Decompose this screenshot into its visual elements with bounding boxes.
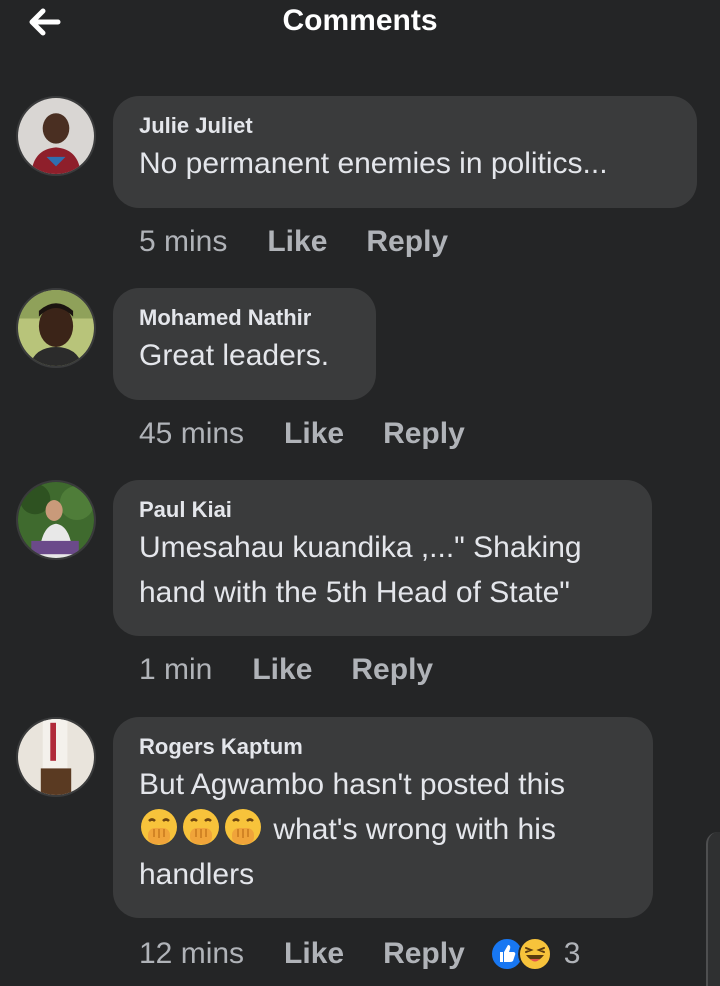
reaction-count: 3 bbox=[563, 937, 581, 970]
comment-bubble[interactable]: Paul Kiai Umesahau kuandika ,..." Shakin… bbox=[113, 480, 652, 636]
comment-bubble[interactable]: Julie Juliet No permanent enemies in pol… bbox=[113, 96, 697, 208]
page-title: Comments bbox=[282, 4, 438, 37]
header-bar: Comments bbox=[0, 0, 720, 60]
comment-author[interactable]: Mohamed Nathir bbox=[139, 303, 350, 333]
comment-actions: 5 mins Like Reply bbox=[139, 222, 487, 262]
comment-timestamp[interactable]: 12 mins bbox=[139, 934, 244, 974]
haha-reaction-icon bbox=[517, 937, 552, 971]
comment-author[interactable]: Paul Kiai bbox=[139, 495, 626, 525]
comment-text-line-with-emoji: what's wrong with his bbox=[139, 807, 627, 852]
avatar-image bbox=[18, 98, 94, 174]
reply-button[interactable]: Reply bbox=[383, 414, 465, 454]
avatar-image bbox=[18, 290, 94, 366]
reply-button[interactable]: Reply bbox=[351, 650, 433, 690]
reply-button[interactable]: Reply bbox=[383, 934, 465, 974]
comment-author[interactable]: Rogers Kaptum bbox=[139, 732, 627, 762]
avatar[interactable] bbox=[16, 96, 96, 176]
comment-text-line: hand with the 5th Head of State" bbox=[139, 576, 570, 609]
like-button[interactable]: Like bbox=[284, 414, 344, 454]
comment-text-line: But Agwambo hasn't posted this bbox=[139, 768, 565, 801]
comment-text-line: handlers bbox=[139, 858, 255, 891]
comment-text-line: Umesahau kuandika ,..." Shaking bbox=[139, 531, 582, 564]
comment-actions: 1 min Like Reply bbox=[139, 650, 472, 690]
reply-button[interactable]: Reply bbox=[366, 222, 448, 262]
reaction-summary[interactable]: 3 bbox=[489, 934, 581, 974]
comment-text: No permanent enemies in politics... bbox=[139, 147, 608, 180]
face-with-hand-over-mouth-emoji bbox=[183, 809, 219, 845]
avatar-image bbox=[18, 482, 94, 558]
comment-actions: 45 mins Like Reply bbox=[139, 414, 504, 454]
avatar[interactable] bbox=[16, 717, 96, 797]
comment-bubble[interactable]: Rogers Kaptum But Agwambo hasn't posted … bbox=[113, 717, 653, 918]
comment-timestamp[interactable]: 45 mins bbox=[139, 414, 244, 454]
face-with-hand-over-mouth-emoji bbox=[225, 809, 261, 845]
scrollbar-handle[interactable] bbox=[706, 832, 720, 986]
like-button[interactable]: Like bbox=[284, 934, 344, 974]
comment-actions: 12 mins Like Reply 3 bbox=[139, 934, 580, 974]
comment-timestamp[interactable]: 5 mins bbox=[139, 222, 227, 262]
comment-author[interactable]: Julie Juliet bbox=[139, 111, 671, 141]
avatar[interactable] bbox=[16, 288, 96, 368]
face-with-hand-over-mouth-emoji bbox=[141, 809, 177, 845]
comment-text: Great leaders. bbox=[139, 339, 330, 372]
like-button[interactable]: Like bbox=[252, 650, 312, 690]
comments-screen: Comments Julie Juliet No permanent enemi… bbox=[0, 0, 720, 986]
like-button[interactable]: Like bbox=[267, 222, 327, 262]
comment-text: what's wrong with his bbox=[273, 813, 556, 846]
comment-bubble[interactable]: Mohamed Nathir Great leaders. bbox=[113, 288, 376, 400]
comment-timestamp[interactable]: 1 min bbox=[139, 650, 212, 690]
avatar-image bbox=[18, 719, 94, 795]
avatar[interactable] bbox=[16, 480, 96, 560]
